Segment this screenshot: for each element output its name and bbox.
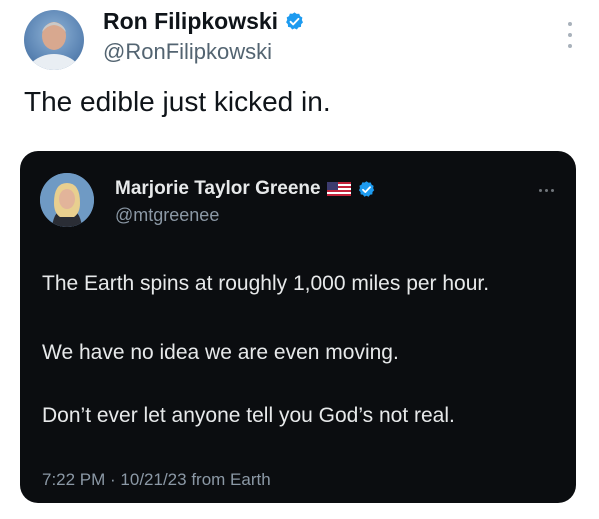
- quoted-tweet-card[interactable]: Marjorie Taylor Greene @mtgreenee The Ea…: [20, 151, 576, 503]
- quoted-author-name-row: Marjorie Taylor Greene: [115, 178, 376, 200]
- quoted-tweet-line: Don’t ever let anyone tell you God’s not…: [42, 404, 455, 427]
- quoted-avatar[interactable]: [40, 173, 94, 227]
- author-name-row: Ron Filipkowski: [103, 8, 305, 35]
- author-handle[interactable]: @RonFilipkowski: [103, 39, 272, 65]
- avatar[interactable]: [24, 10, 84, 70]
- quoted-tweet-line: The Earth spins at roughly 1,000 miles p…: [42, 272, 490, 295]
- quoted-tweet-timestamp[interactable]: 7:22 PM · 10/21/23 from Earth: [42, 470, 271, 490]
- more-vertical-icon[interactable]: [567, 22, 573, 48]
- avatar-image: [26, 22, 82, 70]
- us-flag-icon: [326, 182, 351, 196]
- verified-badge-icon: [358, 180, 374, 197]
- verified-badge-icon: [286, 12, 304, 30]
- quoted-tweet-line: We have no idea we are even moving.: [42, 341, 399, 364]
- author-name[interactable]: Ron Filipkowski: [103, 8, 278, 35]
- quoted-author-handle[interactable]: @mtgreenee: [115, 205, 219, 226]
- quoted-avatar-image: [40, 173, 94, 227]
- quoted-author-name[interactable]: Marjorie Taylor Greene: [115, 178, 321, 200]
- more-horizontal-icon[interactable]: [539, 189, 554, 192]
- tweet-text: The edible just kicked in.: [24, 86, 331, 117]
